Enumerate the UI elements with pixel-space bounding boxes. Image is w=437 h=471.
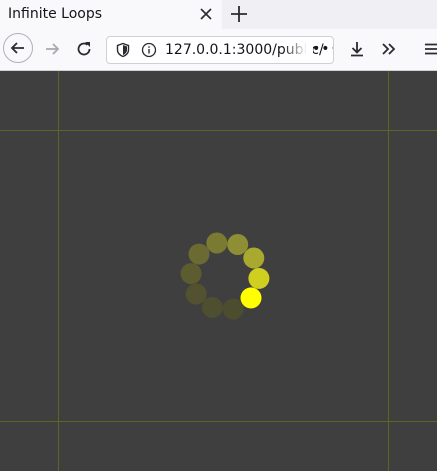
- spinner-dot: [240, 287, 262, 309]
- tab-strip: Infinite Loops: [0, 0, 437, 29]
- forward-button[interactable]: [37, 34, 67, 64]
- close-icon[interactable]: [197, 4, 215, 24]
- new-tab-icon[interactable]: [228, 3, 250, 25]
- overflow-button[interactable]: [374, 34, 404, 64]
- info-icon[interactable]: [141, 42, 157, 58]
- address-bar[interactable]: 127.0.0.1:3000/public/ •••: [106, 36, 334, 64]
- tab-title: Infinite Loops: [8, 6, 103, 22]
- spinner-dot: [248, 267, 270, 289]
- chevron-double-right-icon: [382, 43, 396, 55]
- spinner-dot: [180, 263, 202, 285]
- page-actions-menu[interactable]: •••: [312, 41, 333, 57]
- back-button[interactable]: [3, 33, 33, 63]
- spinner-dot: [206, 232, 228, 254]
- shield-icon[interactable]: [115, 42, 131, 58]
- spinner-dot: [201, 297, 223, 318]
- reload-button[interactable]: [69, 34, 99, 64]
- spinner-dot: [243, 247, 265, 269]
- url-fade: [283, 37, 313, 63]
- hamburger-icon: [425, 43, 437, 55]
- spinner-dot: [227, 234, 249, 255]
- downloads-button[interactable]: [342, 34, 372, 64]
- spinner-dot: [185, 283, 207, 305]
- menu-button[interactable]: [416, 34, 437, 64]
- spinner-dot: [222, 298, 244, 320]
- arrow-right-icon: [46, 43, 60, 55]
- spinner-dot: [188, 243, 210, 265]
- download-icon: [351, 42, 363, 57]
- arrow-left-icon: [10, 42, 24, 54]
- tab-infinite-loops[interactable]: Infinite Loops: [0, 0, 222, 29]
- navigation-toolbar: 127.0.0.1:3000/public/ •••: [0, 29, 437, 71]
- page-canvas: [0, 71, 437, 471]
- reload-icon: [77, 42, 91, 56]
- loading-spinner: [180, 232, 270, 320]
